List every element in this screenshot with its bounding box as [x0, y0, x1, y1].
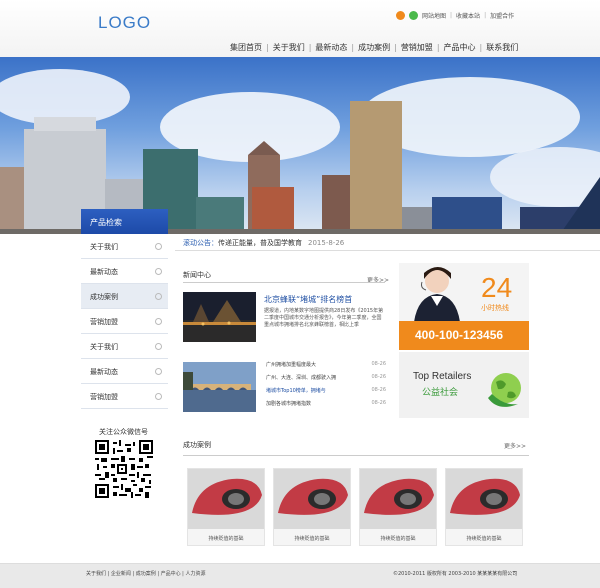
- sidebar-item-cases[interactable]: 成功案例: [81, 284, 168, 309]
- retail-title: Top Retailers: [413, 371, 472, 382]
- qr-code-icon: [95, 440, 153, 498]
- hotline-subtitle: 小时热线: [481, 304, 509, 312]
- announcement-date: 2015-8-26: [308, 239, 345, 247]
- circle-icon: [155, 268, 162, 275]
- case-card[interactable]: 持续贬值的基础: [269, 464, 355, 548]
- nav-franchise[interactable]: 营销加盟: [397, 42, 437, 53]
- car-headlight-image: [360, 469, 436, 529]
- hotline-phone[interactable]: 400-100-123456: [415, 328, 503, 342]
- wechat-icon: [409, 11, 418, 20]
- car-headlight-image: [188, 469, 264, 529]
- sidebar-item-news-2[interactable]: 最新动态: [81, 359, 168, 384]
- footer-links[interactable]: 关于我们 | 企业新闻 | 成功案例 | 产品中心 | 人力资源: [86, 570, 205, 577]
- circle-icon: [155, 318, 162, 325]
- cases-section-title: 成功案例: [183, 441, 211, 449]
- nav-products[interactable]: 产品中心: [440, 42, 480, 53]
- announcement-bar: 滚动公告：传递正能量，普及国学教育 2015-8-26: [183, 238, 344, 248]
- nav-about[interactable]: 关于我们: [269, 42, 309, 53]
- hotline-hours: 24: [481, 272, 513, 303]
- qr-title: 关注公众微信号: [99, 428, 148, 436]
- news-headline[interactable]: 北京蜂联“堵城”排名榜首: [264, 294, 352, 305]
- case-caption: 持续贬值的基础: [208, 536, 244, 542]
- car-headlight-image: [446, 469, 522, 529]
- divider: [183, 455, 529, 456]
- sidebar: 产品检索 关于我们 最新动态 成功案例 营销加盟 关于我们 最新动态 营销加盟: [81, 209, 168, 409]
- list-item[interactable]: 堵城市Top10榜单，拥堵与 08-26: [266, 387, 386, 400]
- circle-icon: [155, 368, 162, 375]
- news-summary: 据报道，内地某数字地图提供商28日发布《2015年第二季度中国城市交通分析报告》…: [264, 308, 384, 328]
- sitemap-icon: [396, 11, 405, 20]
- customer-service-photo: [414, 267, 460, 322]
- sidebar-header: 产品检索: [81, 209, 168, 234]
- divider: [175, 250, 600, 251]
- circle-icon: [155, 243, 162, 250]
- cases-more-link[interactable]: 更多>>: [504, 441, 526, 450]
- announcement-label: 滚动公告：: [183, 239, 218, 247]
- partner-link[interactable]: 加盟合作: [490, 11, 514, 20]
- circle-icon: [155, 293, 162, 300]
- list-item[interactable]: 广州拥堵加重幅度最大 08-26: [266, 361, 386, 374]
- sidebar-item-about-2[interactable]: 关于我们: [81, 334, 168, 359]
- bookmark-link[interactable]: 收藏本站: [456, 11, 480, 20]
- news-photo-night-city[interactable]: [183, 292, 256, 342]
- announcement-text[interactable]: 传递正能量，普及国学教育: [218, 239, 302, 247]
- green-globe-icon: [488, 373, 521, 407]
- case-caption: 持续贬值的基础: [466, 536, 502, 542]
- sidebar-item-franchise-2[interactable]: 营销加盟: [81, 384, 168, 409]
- case-caption: 持续贬值的基础: [380, 536, 416, 542]
- site-logo[interactable]: LOGO: [98, 13, 151, 33]
- city-skyline-image: [0, 69, 600, 234]
- list-item[interactable]: 加剧各城市拥堵指数 08-26: [266, 400, 386, 413]
- news-section-title: 新闻中心: [183, 271, 211, 279]
- sitemap-link[interactable]: 网站地图: [422, 11, 446, 20]
- hero-banner: [0, 57, 600, 234]
- car-headlight-image: [274, 469, 350, 529]
- nav-home[interactable]: 集团首页: [226, 42, 266, 53]
- news-list: 广州拥堵加重幅度最大 08-26 广州、大连、深圳、成都驶入拥 08-26 堵城市T…: [266, 361, 386, 413]
- nav-contact[interactable]: 联系我们: [482, 42, 522, 53]
- case-card[interactable]: 持续贬值的基础: [355, 464, 441, 548]
- nav-news[interactable]: 最新动态: [311, 42, 351, 53]
- circle-icon: [155, 393, 162, 400]
- case-caption: 持续贬值的基础: [294, 536, 330, 542]
- nav-cases[interactable]: 成功案例: [354, 42, 394, 53]
- footer-copyright: ©2010-2011 版权所有 2003-2010 某某某某有限公司: [393, 571, 518, 577]
- cases-grid: 持续贬值的基础 持续贬值的基础 持续贬值的基础 持续贬值的基础: [183, 464, 527, 548]
- news-photo-bridge[interactable]: [183, 362, 256, 412]
- top-links: 网站地图 | 收藏本站 | 加盟合作: [396, 11, 514, 20]
- sidebar-item-franchise[interactable]: 营销加盟: [81, 309, 168, 334]
- sidebar-item-news[interactable]: 最新动态: [81, 259, 168, 284]
- divider: [183, 282, 385, 283]
- circle-icon: [155, 343, 162, 350]
- case-card[interactable]: 持续贬值的基础: [441, 464, 527, 548]
- case-card[interactable]: 持续贬值的基础: [183, 464, 269, 548]
- retail-subtitle: 公益社会: [422, 388, 459, 398]
- list-item[interactable]: 广州、大连、深圳、成都驶入拥 08-26: [266, 374, 386, 387]
- main-nav: 集团首页 | 关于我们 | 最新动态 | 成功案例 | 营销加盟 | 产品中心 | 联系我们: [226, 42, 522, 53]
- sidebar-item-about[interactable]: 关于我们: [81, 234, 168, 259]
